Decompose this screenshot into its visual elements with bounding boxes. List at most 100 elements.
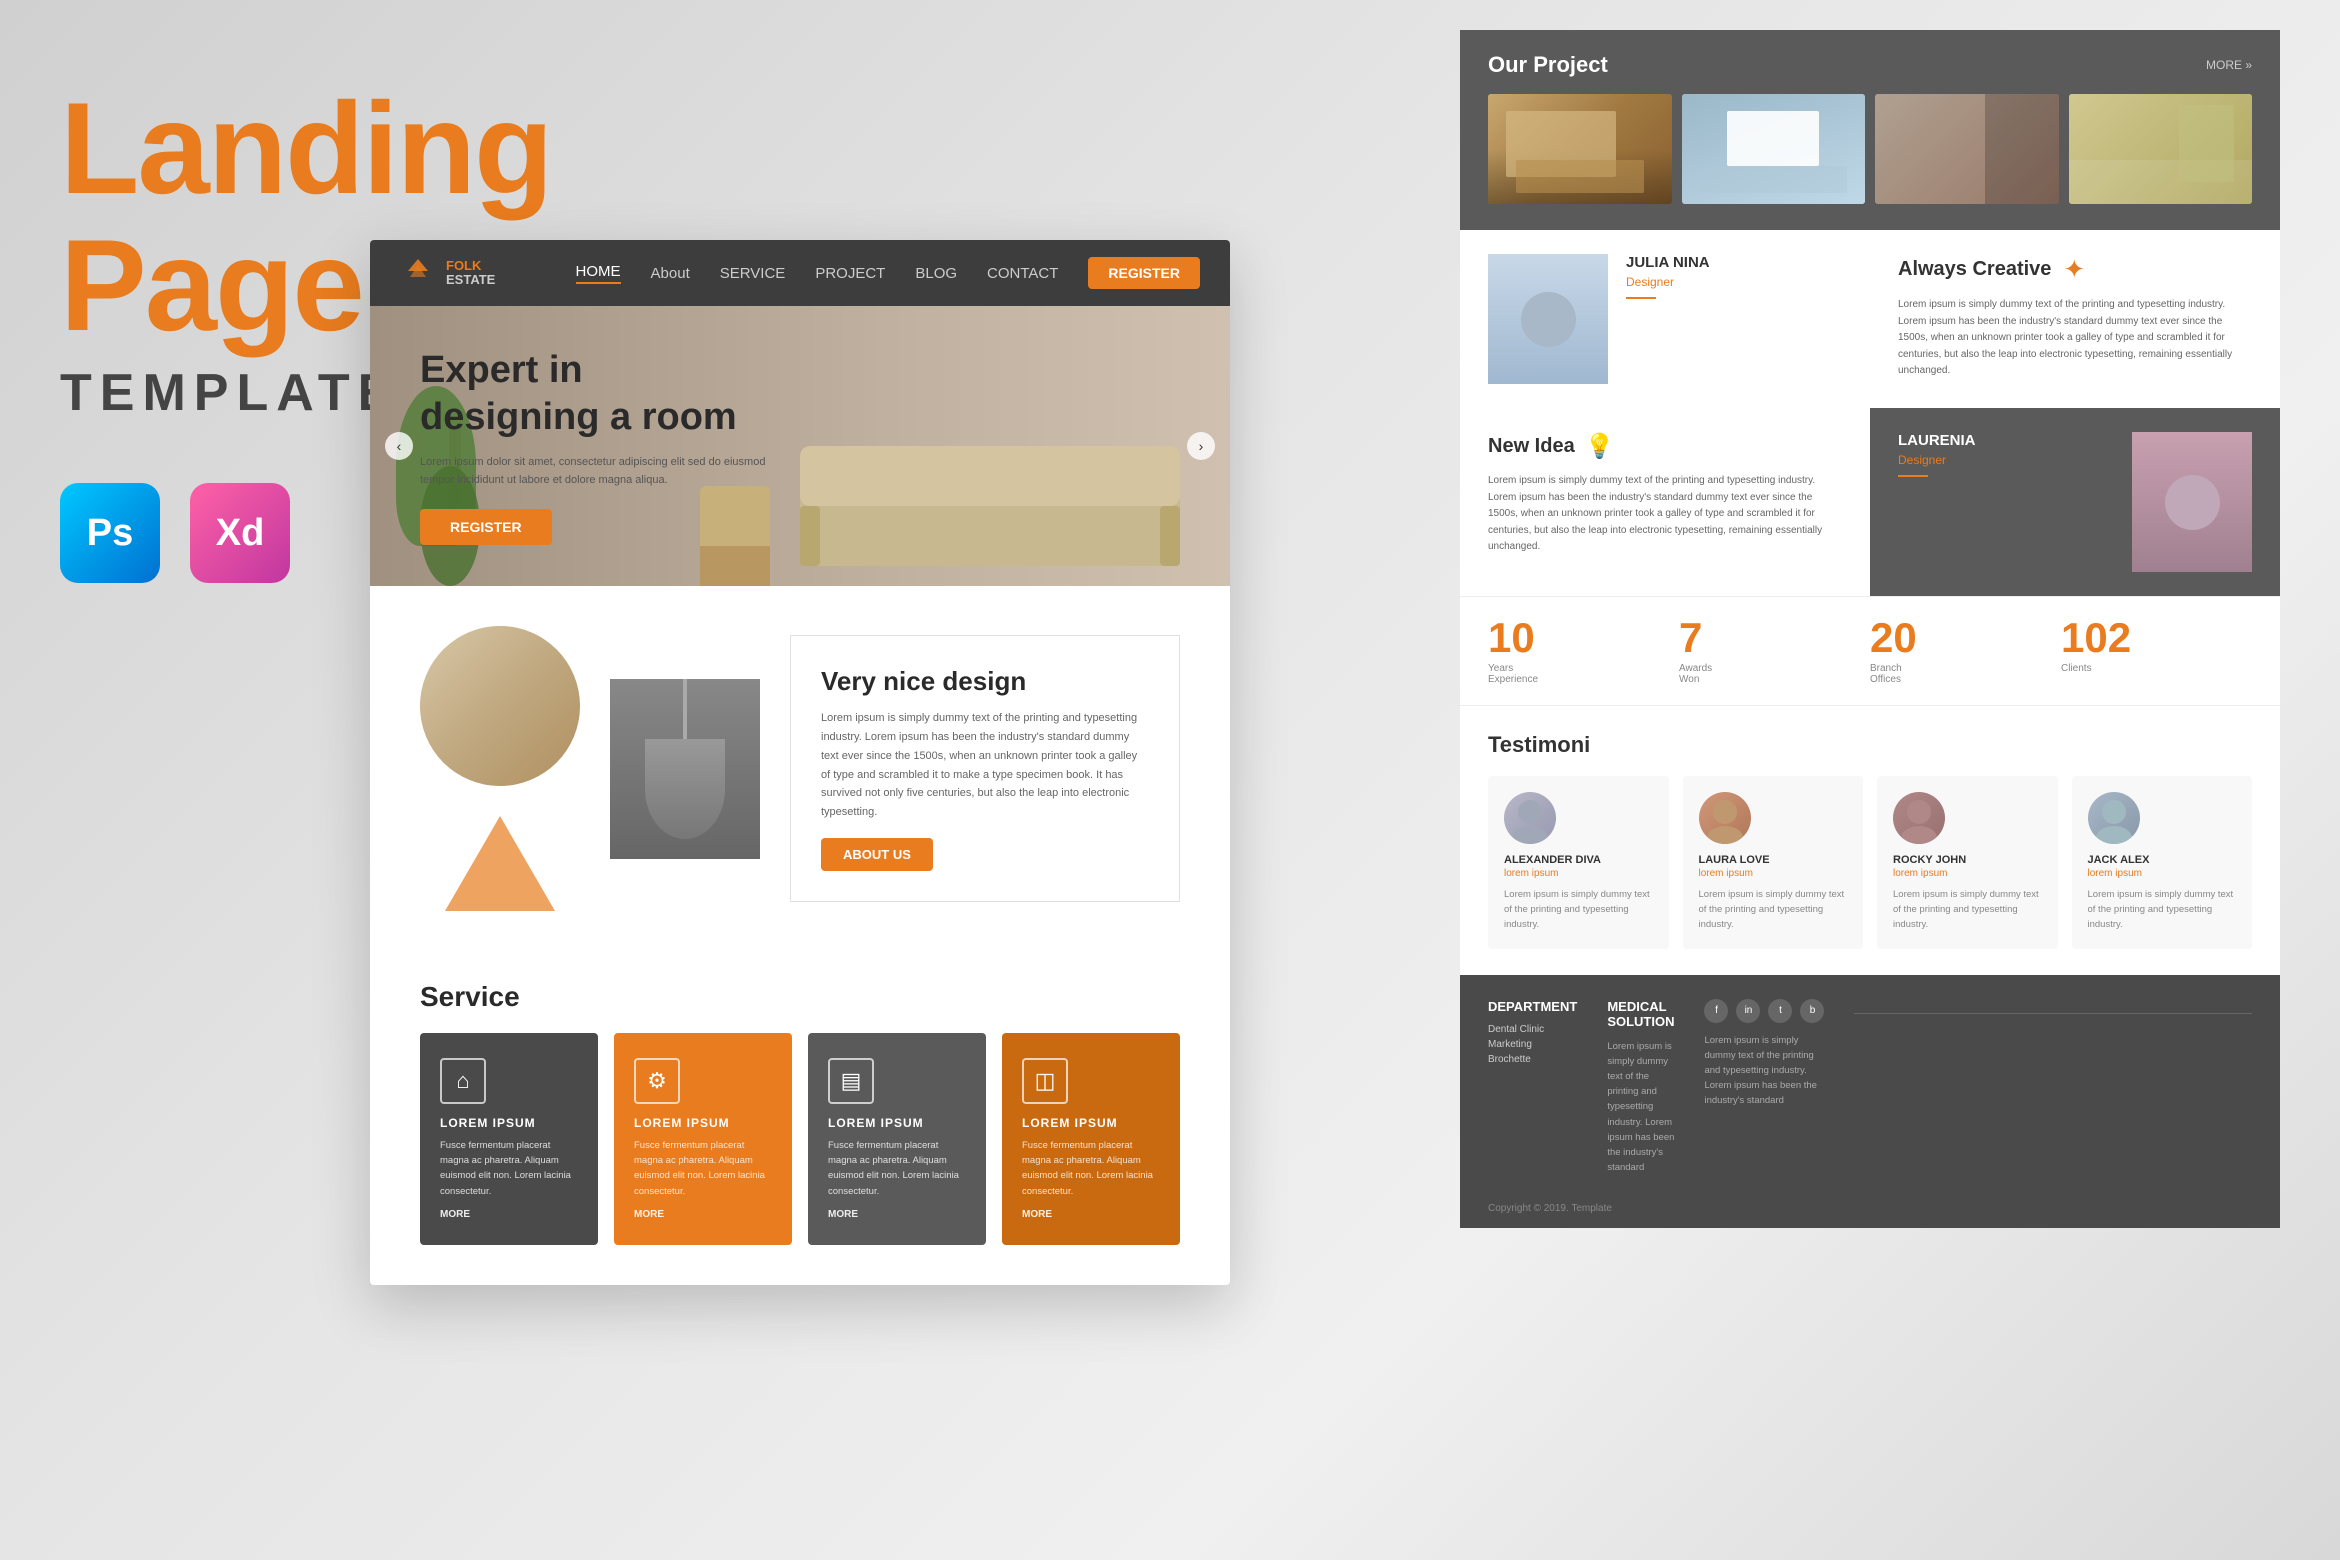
footer-dept-link-1[interactable]: Dental Clinic xyxy=(1488,1024,1577,1035)
stat-offices: 20 BranchOffices xyxy=(1870,617,2061,685)
navbar: FOLKESTATE HOME About SERVICE PROJECT BL… xyxy=(370,240,1230,306)
julia-name: JULIA NINA xyxy=(1626,254,1842,271)
testi-role-4: lorem ipsum xyxy=(2088,868,2237,879)
twitter-icon[interactable]: t xyxy=(1768,999,1792,1023)
nav-home[interactable]: HOME xyxy=(576,263,621,284)
footer-social-text: Lorem ipsum is simply dummy text of the … xyxy=(1704,1033,1824,1109)
avatar-icon-4 xyxy=(2088,792,2140,844)
hero-section: Expert in designing a room Lorem ipsum d… xyxy=(370,306,1230,586)
nav-blog[interactable]: BLOG xyxy=(915,265,957,282)
testimoni-section: Testimoni ALEXANDER DIVA lorem ipsum Lor… xyxy=(1460,706,2280,975)
creative-title: Always Creative xyxy=(1898,258,2051,281)
stat-clients-number: 102 xyxy=(2061,617,2252,659)
julia-divider xyxy=(1626,297,1656,299)
team-creative-row: JULIA NINA Designer Always Creative ✦ Lo… xyxy=(1460,230,2280,408)
hero-description: Lorem ipsum dolor sit amet, consectetur … xyxy=(420,454,793,489)
footer-department: DEPARTMENT Dental Clinic Marketing Broch… xyxy=(1488,999,1577,1176)
footer-medical: MEDICAL SOLUTION Lorem ipsum is simply d… xyxy=(1607,999,1674,1176)
facebook-icon[interactable]: f xyxy=(1704,999,1728,1023)
title-line1: Landing xyxy=(60,75,551,221)
hero-title: Expert in designing a room xyxy=(420,347,793,442)
service-more-1[interactable]: MORE xyxy=(440,1209,578,1220)
service-icon-1: ⌂ xyxy=(440,1058,486,1104)
nav-contact[interactable]: CONTACT xyxy=(987,265,1058,282)
hero-prev-btn[interactable]: ‹ xyxy=(385,432,413,460)
service-card-title-2: LOREM IPSUM xyxy=(634,1116,772,1130)
testi-text-3: Lorem ipsum is simply dummy text of the … xyxy=(1893,887,2042,933)
service-more-2[interactable]: MORE xyxy=(634,1209,772,1220)
idea-icon: 💡 xyxy=(1585,432,1615,461)
service-title: Service xyxy=(420,981,1180,1013)
service-icon-4: ◫ xyxy=(1022,1058,1068,1104)
testi-role-3: lorem ipsum xyxy=(1893,868,2042,879)
nav-register-btn[interactable]: REGISTER xyxy=(1088,257,1200,289)
testi-avatar-3 xyxy=(1893,792,1945,844)
laurenia-info: LAURENIA Designer xyxy=(1898,432,2114,487)
nav-about[interactable]: About xyxy=(651,265,690,282)
project-title: Our Project xyxy=(1488,52,1608,78)
about-cta-btn[interactable]: ABOUT US xyxy=(821,838,933,871)
laurenia-photo xyxy=(2132,432,2252,572)
stat-offices-label: BranchOffices xyxy=(1870,663,2061,685)
nav-links: HOME About SERVICE PROJECT BLOG CONTACT … xyxy=(576,257,1200,289)
testi-name-3: ROCKY JOHN xyxy=(1893,854,2042,866)
laurenia-name: LAURENIA xyxy=(1898,432,2114,449)
photoshop-icon: Ps xyxy=(60,483,160,583)
sofa-decoration xyxy=(780,356,1200,586)
service-card-title-3: LOREM IPSUM xyxy=(828,1116,966,1130)
footer-copyright-row xyxy=(1854,1013,2252,1176)
project-image-2 xyxy=(1682,94,1866,204)
footer-medical-text: Lorem ipsum is simply dummy text of the … xyxy=(1607,1039,1674,1176)
nav-project[interactable]: PROJECT xyxy=(815,265,885,282)
blog-icon[interactable]: b xyxy=(1800,999,1824,1023)
testi-avatar-4 xyxy=(2088,792,2140,844)
stat-clients-label: Clients xyxy=(2061,663,2252,674)
stat-awards-number: 7 xyxy=(1679,617,1870,659)
laurenia-divider xyxy=(1898,475,1928,477)
project-image-4 xyxy=(2069,94,2253,204)
stat-awards-label: AwardsWon xyxy=(1679,663,1870,685)
project-more-link[interactable]: MORE » xyxy=(2206,58,2252,72)
testi-card-4: JACK ALEX lorem ipsum Lorem ipsum is sim… xyxy=(2072,776,2253,949)
xd-icon: Xd xyxy=(190,483,290,583)
footer-dept-link-3[interactable]: Brochette xyxy=(1488,1054,1577,1065)
footer-dept-link-2[interactable]: Marketing xyxy=(1488,1039,1577,1050)
service-card-desc-3: Fusce fermentum placerat magna ac pharet… xyxy=(828,1138,966,1199)
testi-name-1: ALEXANDER DIVA xyxy=(1504,854,1653,866)
service-more-4[interactable]: MORE xyxy=(1022,1209,1160,1220)
right-panel: Our Project MORE » xyxy=(1460,30,2280,1228)
about-section: Very nice design Lorem ipsum is simply d… xyxy=(370,586,1230,951)
about-text-box: Very nice design Lorem ipsum is simply d… xyxy=(790,635,1180,901)
service-card-title-4: LOREM IPSUM xyxy=(1022,1116,1160,1130)
hero-next-btn[interactable]: › xyxy=(1187,432,1215,460)
about-inner: Very nice design Lorem ipsum is simply d… xyxy=(420,626,1180,911)
stat-years-label: YearsExperience xyxy=(1488,663,1679,685)
creative-section: Always Creative ✦ Lorem ipsum is simply … xyxy=(1870,230,2280,408)
service-card-desc-2: Fusce fermentum placerat magna ac pharet… xyxy=(634,1138,772,1199)
testi-text-4: Lorem ipsum is simply dummy text of the … xyxy=(2088,887,2237,933)
service-more-3[interactable]: MORE xyxy=(828,1209,966,1220)
nav-service[interactable]: SERVICE xyxy=(720,265,786,282)
creative-header: Always Creative ✦ xyxy=(1898,254,2252,285)
team-julia-card: JULIA NINA Designer xyxy=(1460,230,1870,408)
idea-laurenia-row: New Idea 💡 Lorem ipsum is simply dummy t… xyxy=(1460,408,2280,596)
testi-name-2: LAURA LOVE xyxy=(1699,854,1848,866)
website-preview-left: FOLKESTATE HOME About SERVICE PROJECT BL… xyxy=(370,240,1230,1285)
service-card-3: ▤ LOREM IPSUM Fusce fermentum placerat m… xyxy=(808,1033,986,1245)
testi-card-2: LAURA LOVE lorem ipsum Lorem ipsum is si… xyxy=(1683,776,1864,949)
footer-social-icons: f in t b xyxy=(1704,999,1824,1023)
hero-content: Expert in designing a room Lorem ipsum d… xyxy=(370,307,843,585)
about-bottom-images xyxy=(445,796,555,911)
footer-copyright: Copyright © 2019. Template xyxy=(1460,1199,2280,1228)
about-lamp-image xyxy=(610,679,760,859)
service-cards: ⌂ LOREM IPSUM Fusce fermentum placerat m… xyxy=(420,1033,1180,1245)
service-card-desc-1: Fusce fermentum placerat magna ac pharet… xyxy=(440,1138,578,1199)
testi-card-3: ROCKY JOHN lorem ipsum Lorem ipsum is si… xyxy=(1877,776,2058,949)
testi-card-1: ALEXANDER DIVA lorem ipsum Lorem ipsum i… xyxy=(1488,776,1669,949)
service-card-1: ⌂ LOREM IPSUM Fusce fermentum placerat m… xyxy=(420,1033,598,1245)
testi-avatar-1 xyxy=(1504,792,1556,844)
our-project-section: Our Project MORE » xyxy=(1460,30,2280,230)
instagram-icon[interactable]: in xyxy=(1736,999,1760,1023)
about-box-title: Very nice design xyxy=(821,666,1149,697)
hero-register-btn[interactable]: REGISTER xyxy=(420,509,552,545)
